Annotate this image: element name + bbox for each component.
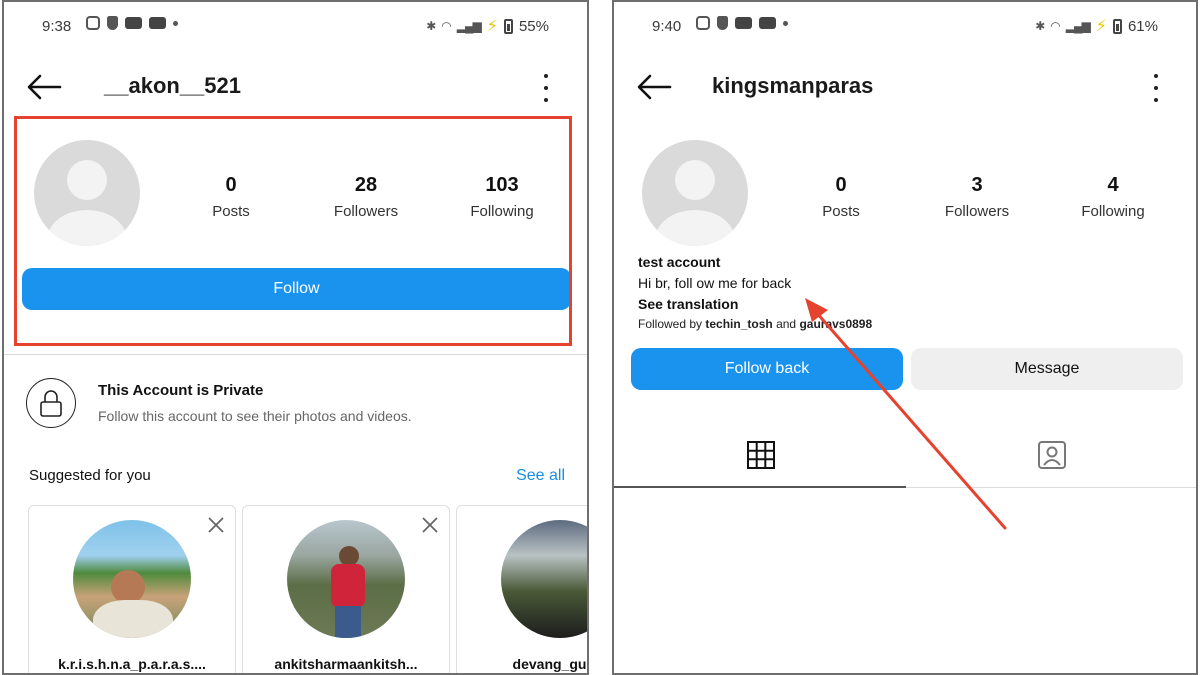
status-bar: 9:40 ✱ ◠ ▂▄▆ ⚡ 61%: [614, 2, 1196, 52]
followers-label: Followers: [944, 203, 1010, 220]
followers-stat[interactable]: 3 Followers: [922, 174, 1032, 220]
status-bar: 9:38 ✱ ◠ ▂▄▆ ⚡ 55%: [4, 2, 587, 52]
shield-notification-icon: [107, 16, 118, 30]
wifi-icon: ◠: [1050, 19, 1061, 33]
tab-tagged[interactable]: [906, 422, 1196, 488]
battery-level: 61%: [1127, 17, 1158, 35]
suggested-username[interactable]: ankitsharmaankitsh...: [243, 656, 449, 672]
signal-icon: ▂▄▆: [456, 19, 482, 33]
close-icon[interactable]: [207, 516, 225, 534]
tab-posts-grid[interactable]: [614, 422, 906, 488]
more-notifications-dot-icon: [783, 20, 788, 26]
posts-label: Posts: [822, 203, 860, 220]
shield-notification-icon: [717, 16, 728, 30]
following-count: 4: [1107, 174, 1119, 196]
status-time: 9:40: [652, 18, 682, 35]
profile-username: __akon__521: [104, 73, 241, 98]
close-icon[interactable]: [421, 516, 439, 534]
followed-by-and: and: [776, 317, 797, 331]
bio-text: Hi br, foll ow me for back: [638, 275, 792, 291]
followed-by-user[interactable]: techin_tosh: [705, 317, 772, 331]
system-status-icons: ✱ ◠ ▂▄▆ ⚡ 55%: [426, 16, 549, 36]
suggested-card[interactable]: devang_gupta: [456, 505, 587, 673]
message-button[interactable]: Message: [911, 348, 1183, 390]
charging-icon: ⚡: [1095, 18, 1107, 35]
private-account-subtitle: Follow this account to see their photos …: [98, 408, 412, 424]
following-label: Following: [1081, 203, 1145, 220]
status-time: 9:38: [42, 18, 72, 35]
youtube-notification-icon: [149, 17, 166, 29]
followed-by-user[interactable]: gauravs0898: [799, 317, 872, 331]
youtube-notification-icon: [125, 17, 142, 29]
system-status-icons: ✱ ◠ ▂▄▆ ⚡ 61%: [1035, 16, 1158, 36]
posts-stat[interactable]: 0 Posts: [786, 174, 896, 220]
battery-icon: [503, 18, 513, 34]
profile-header: kingsmanparas: [614, 62, 1196, 112]
follow-back-button[interactable]: Follow back: [631, 348, 903, 390]
suggested-card[interactable]: ankitsharmaankitsh...: [242, 505, 450, 673]
suggested-user-photo[interactable]: [73, 520, 191, 638]
suggested-username[interactable]: devang_gupta: [457, 656, 587, 672]
youtube-notification-icon: [759, 17, 776, 29]
notification-icons: [696, 16, 788, 30]
suggested-user-photo[interactable]: [287, 520, 405, 638]
right-phone-screen: 9:40 ✱ ◠ ▂▄▆ ⚡ 61% kingsmanparas 0 Posts: [612, 0, 1198, 675]
see-translation-link[interactable]: See translation: [638, 296, 738, 312]
battery-icon: [1112, 18, 1122, 34]
divider: [4, 354, 587, 355]
charging-icon: ⚡: [486, 18, 498, 35]
instagram-notification-icon: [86, 16, 100, 30]
lock-icon: [26, 378, 76, 428]
signal-icon: ▂▄▆: [1065, 19, 1091, 33]
profile-username: kingsmanparas: [712, 73, 874, 98]
bluetooth-icon: ✱: [1035, 19, 1045, 33]
more-options-icon[interactable]: [1146, 74, 1166, 102]
following-stat[interactable]: 4 Following: [1058, 174, 1168, 220]
bio-name: test account: [638, 254, 721, 270]
more-options-icon[interactable]: [536, 74, 556, 102]
wifi-icon: ◠: [441, 19, 452, 33]
more-notifications-dot-icon: [173, 20, 178, 26]
followed-by-prefix: Followed by: [638, 317, 703, 331]
suggested-card[interactable]: k.r.i.s.h.n.a_p.a.r.a.s....: [28, 505, 236, 673]
posts-count: 0: [835, 174, 847, 196]
back-arrow-icon[interactable]: [26, 74, 62, 100]
left-phone-screen: 9:38 ✱ ◠ ▂▄▆ ⚡ 55% __akon__521 0 Posts 2…: [2, 0, 589, 675]
tagged-icon: [1038, 441, 1066, 469]
profile-avatar[interactable]: [642, 140, 748, 246]
battery-level: 55%: [518, 17, 549, 35]
suggested-username[interactable]: k.r.i.s.h.n.a_p.a.r.a.s....: [29, 656, 235, 672]
private-account-title: This Account is Private: [98, 382, 264, 399]
followed-by-text[interactable]: Followed by techin_tosh and gauravs0898: [638, 317, 872, 331]
suggested-title: Suggested for you: [29, 467, 151, 484]
back-arrow-icon[interactable]: [636, 74, 672, 100]
see-all-link[interactable]: See all: [516, 467, 565, 485]
bluetooth-icon: ✱: [426, 19, 436, 33]
instagram-notification-icon: [696, 16, 710, 30]
youtube-notification-icon: [735, 17, 752, 29]
grid-icon: [747, 441, 775, 469]
highlight-annotation-box: [14, 116, 572, 346]
suggested-user-photo[interactable]: [501, 520, 587, 638]
followers-count: 3: [971, 174, 983, 196]
profile-header: __akon__521: [4, 62, 587, 112]
notification-icons: [86, 16, 178, 30]
